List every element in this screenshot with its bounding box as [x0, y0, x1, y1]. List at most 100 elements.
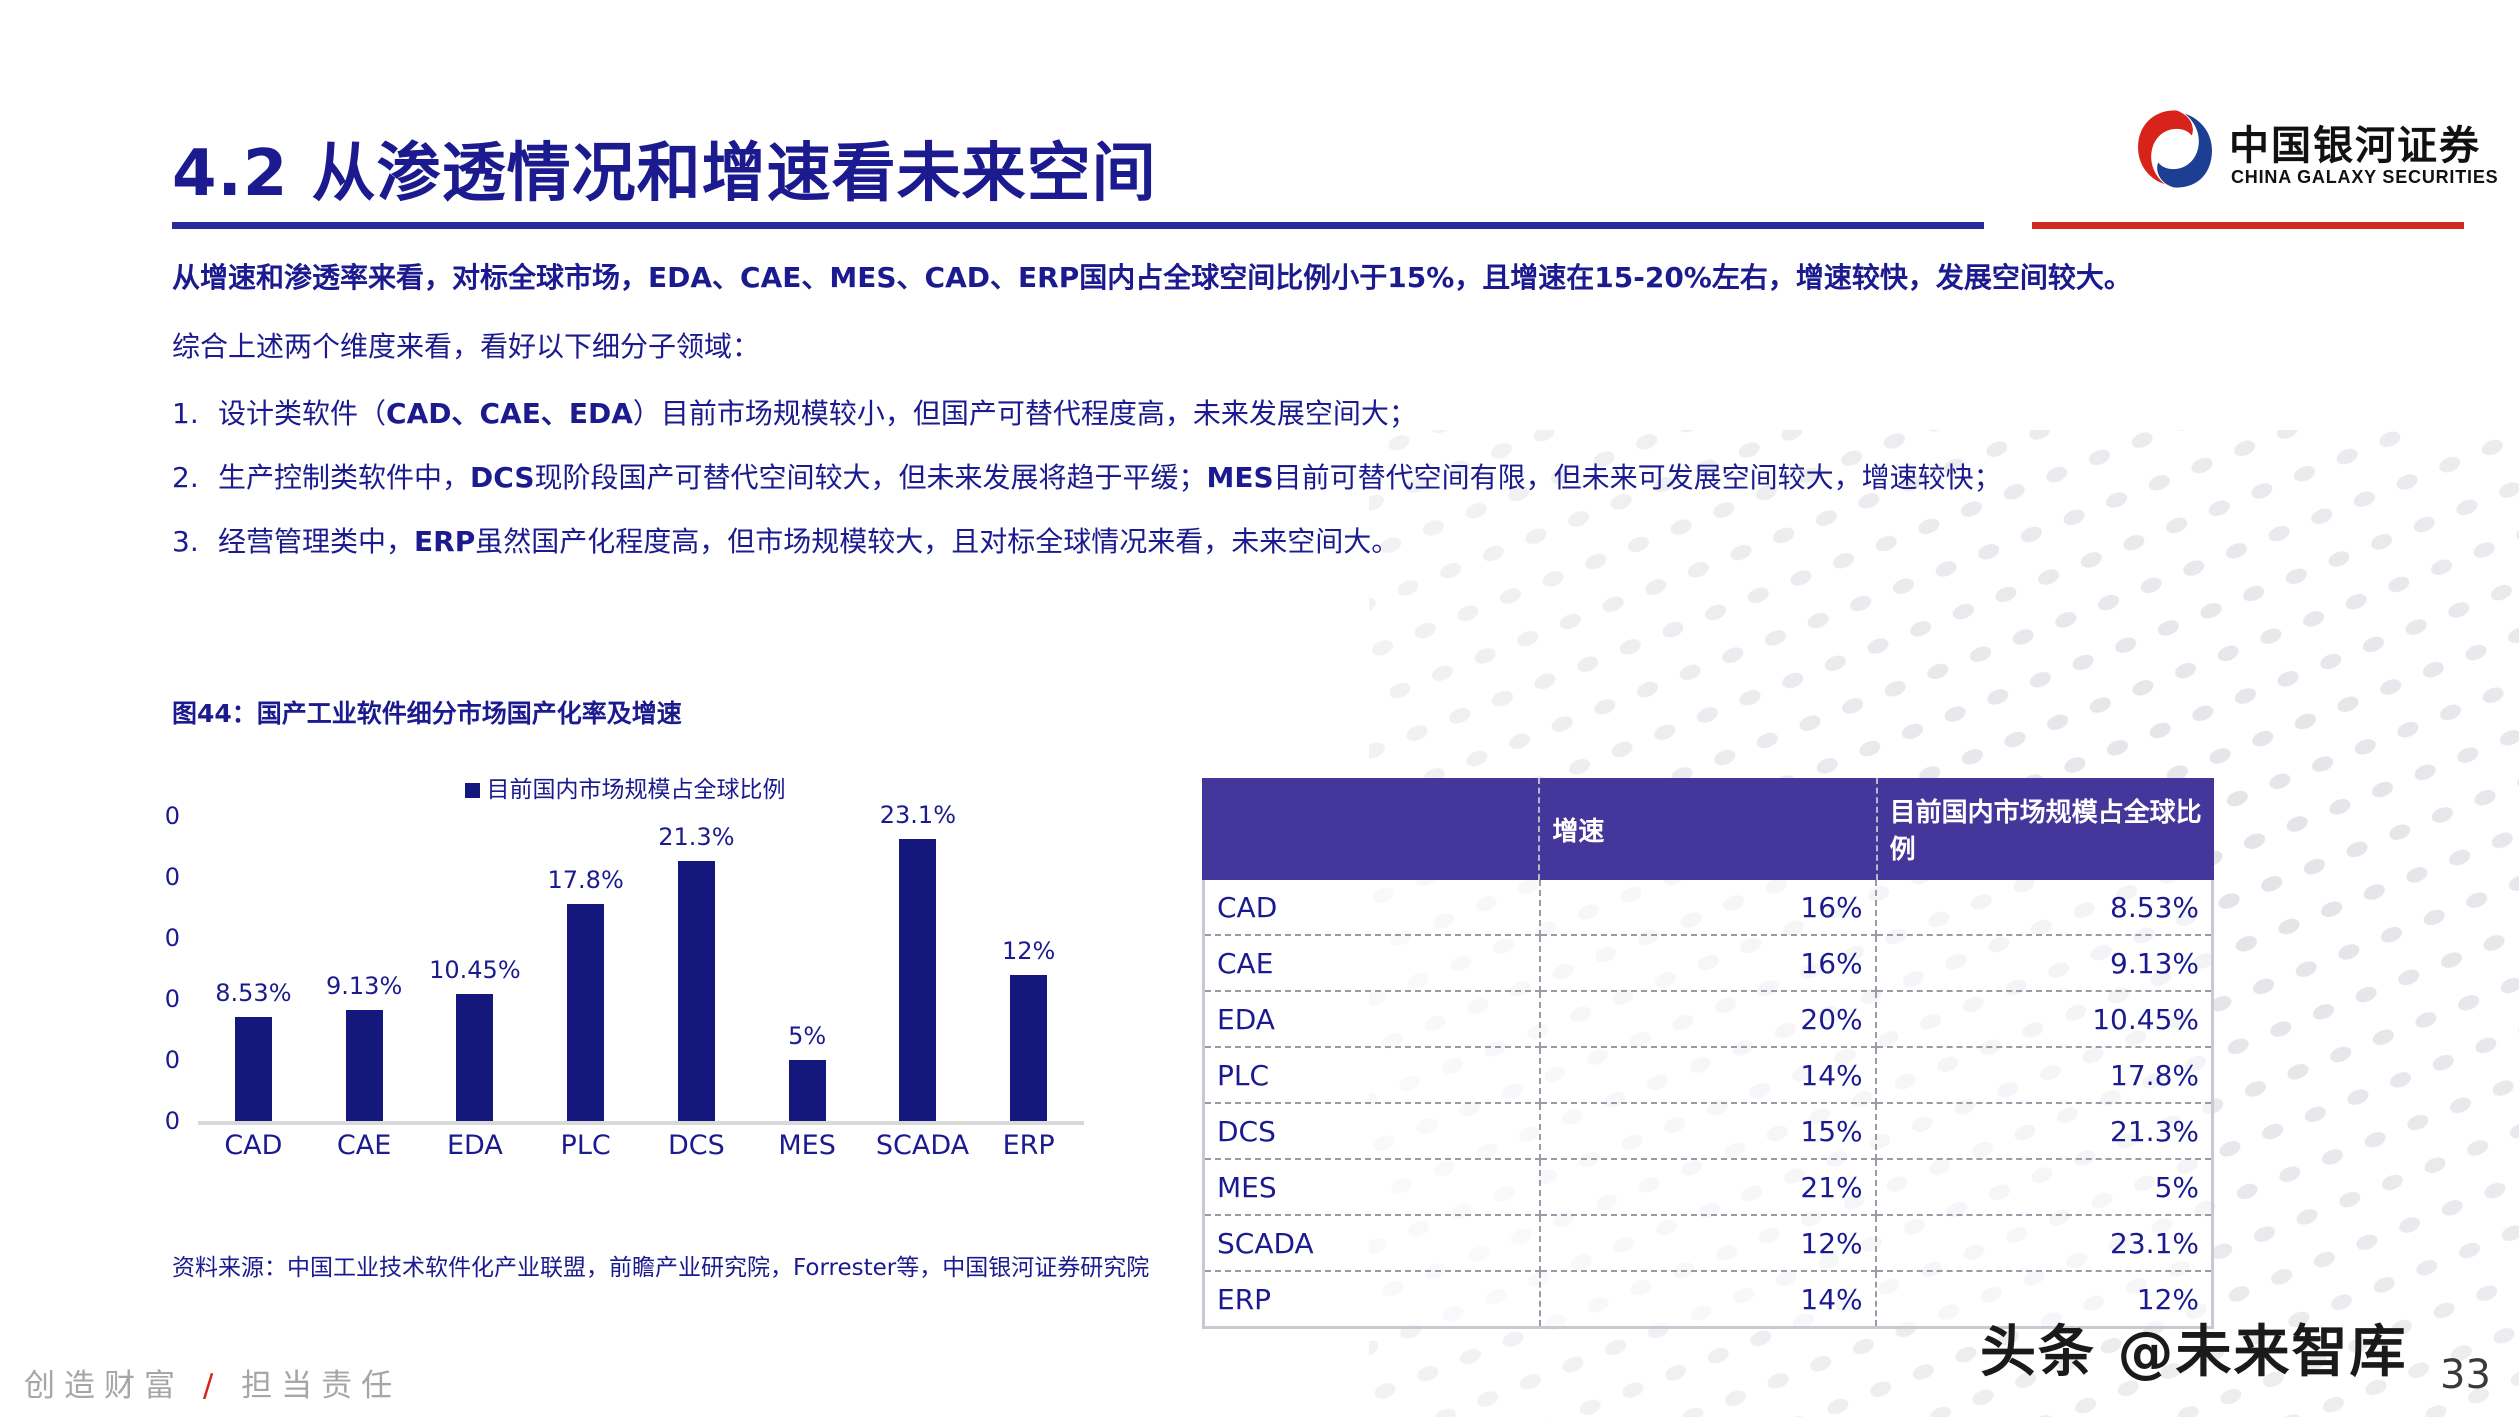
tagline-slash: / [202, 1368, 223, 1404]
cell-name: MES [1205, 1159, 1542, 1216]
cell-growth: 16% [1540, 880, 1877, 936]
y-axis-tick: 0 [164, 802, 180, 830]
cell-share: 10.45% [1875, 991, 2211, 1048]
table-header-row: 增速 目前国内市场规模占全球比例 [1202, 778, 2214, 880]
table-row: DCS 15% 21.3% [1205, 1103, 2211, 1160]
y-axis-tick: 0 [164, 1046, 180, 1074]
cell-share: 23.1% [1875, 1215, 2211, 1272]
bar-rect [677, 861, 715, 1121]
cell-name: CAE [1205, 935, 1542, 992]
seg-bold: MES [1206, 460, 1274, 494]
x-axis-tick: PLC [560, 1130, 611, 1161]
x-axis-tick: CAE [336, 1130, 392, 1161]
bar-rect [234, 1017, 272, 1121]
galaxy-logo-icon [2138, 110, 2212, 188]
cell-share: 9.13% [1875, 935, 2211, 992]
list-item-1-number: 1. [172, 396, 199, 430]
bar-column: 23.1% [876, 801, 960, 1121]
slide-root: 中国银河证券 CHINA GALAXY SECURITIES 4.2 从渗透情况… [0, 0, 2519, 1417]
watermark: 头条 @未来智库 [1980, 1320, 2408, 1385]
header-divider-blue [172, 222, 1984, 229]
bar-data-label: 17.8% [547, 866, 624, 894]
tagline-left: 创造财富 [24, 1368, 184, 1404]
table-body: CAD 16% 8.53% CAE 16% 9.13% EDA 20% 10.45% PLC 14%… [1205, 880, 2211, 1326]
bar-rect [345, 1010, 383, 1121]
y-axis-tick: 0 [164, 985, 180, 1013]
body-content: 从增速和渗透率来看，对标全球市场，EDA、CAE、MES、CAD、ERP国内占全… [172, 256, 2462, 585]
bar-data-label: 9.13% [326, 972, 403, 1000]
bar-column: 10.45% [429, 816, 521, 1121]
bar-column: 5% [765, 816, 849, 1121]
figure-caption: 图44：国产工业软件细分市场国产化率及增速 [172, 699, 682, 728]
legend-label: 目前国内市场规模占全球比例 [486, 777, 786, 803]
seg: 现阶段国产可替代空间较大，但未来发展将趋于平缓； [534, 460, 1207, 494]
cell-share: 17.8% [1875, 1047, 2211, 1104]
bar-rect [788, 1060, 826, 1121]
logo-text-chinese: 中国银河证券 [2229, 123, 2481, 169]
seg: 虽然国产化程度高，但市场规模较大，且对标全球情况来看，未来空间大。 [475, 524, 1400, 558]
source-note: 资料来源：中国工业技术软件化产业联盟，前瞻产业研究院，Forrester等，中国… [172, 1255, 1150, 1281]
cell-growth: 16% [1540, 935, 1877, 992]
cell-name: PLC [1205, 1047, 1542, 1104]
cell-growth: 14% [1540, 1047, 1877, 1104]
x-axis-tick: EDA [446, 1130, 503, 1161]
seg: ）目前市场规模较小，但国产可替代程度高，未来发展空间大； [632, 396, 1417, 430]
lead-paragraph: 从增速和渗透率来看，对标全球市场，EDA、CAE、MES、CAD、ERP国内占全… [172, 256, 2462, 299]
bar-column: 12% [987, 816, 1071, 1121]
cell-name: EDA [1205, 991, 1542, 1048]
bar-data-label: 10.45% [429, 956, 521, 984]
bar-data-label: 12% [1001, 937, 1056, 965]
list-item-3: 3. 经营管理类中，ERP虽然国产化程度高，但市场规模较大，且对标全球情况来看，… [172, 521, 2462, 563]
chart-x-axis: CAD CAE EDA PLC DCS MES SCADA ERP [198, 1130, 1084, 1161]
seg-bold: CAD、CAE、EDA [386, 396, 633, 430]
bar-data-label: 21.3% [658, 823, 735, 851]
cell-growth: 15% [1540, 1103, 1877, 1160]
cell-name: ERP [1205, 1271, 1542, 1326]
cell-share: 21.3% [1875, 1103, 2211, 1160]
seg: 生产控制类软件中， [218, 460, 471, 494]
lead-part-plain: 从增速和渗透率来看，对标全球市场， [172, 261, 649, 294]
y-axis-tick: 0 [164, 863, 180, 891]
list-item-3-number: 3. [172, 524, 199, 558]
bar-rect [567, 904, 605, 1121]
list-item-1: 1. 设计类软件（CAD、CAE、EDA）目前市场规模较小，但国产可替代程度高，… [172, 393, 2462, 435]
chart-y-axis: 0 0 0 0 0 0 [150, 802, 188, 1135]
list-item-2-text: 生产控制类软件中，DCS现阶段国产可替代空间较大，但未来发展将趋于平缓；MES目… [218, 457, 2462, 499]
brand-logo: 中国银河证券 CHINA GALAXY SECURITIES [2133, 105, 2498, 205]
seg: 经营管理类中， [218, 524, 415, 558]
bar-column: 17.8% [544, 816, 628, 1121]
list-item-3-text: 经营管理类中，ERP虽然国产化程度高，但市场规模较大，且对标全球情况来看，未来空… [218, 521, 2462, 563]
tagline-right: 担当责任 [241, 1368, 402, 1404]
x-axis-tick: SCADA [875, 1130, 970, 1161]
seg-bold: ERP [414, 524, 476, 558]
bar-column: 8.53% [211, 816, 295, 1121]
bar-column: 21.3% [654, 816, 738, 1121]
chart-bars: 8.53% 9.13% 10.45% 17.8% 21.3% 5% 23.1% 12% [198, 801, 1084, 1125]
seg: 设计类软件（ [218, 396, 387, 430]
list-item-2-number: 2. [172, 460, 199, 494]
page-number: 33 [2440, 1352, 2491, 1398]
chart-plot-area: 0 0 0 0 0 0 8.53% 9.13% 10.45% 17.8% 21.3% 5% 23.1%… [150, 801, 1100, 1135]
bar-rect [899, 839, 937, 1121]
data-table-body: CAD 16% 8.53% CAE 16% 9.13% EDA 20% 10.45% PLC 14%… [1205, 880, 2211, 1326]
table-body-border: CAD 16% 8.53% CAE 16% 9.13% EDA 20% 10.45% PLC 14%… [1202, 880, 2214, 1329]
x-axis-tick: DCS [667, 1130, 725, 1161]
x-axis-tick: ERP [1002, 1130, 1055, 1161]
cell-growth: 20% [1540, 991, 1877, 1048]
cell-share: 5% [1875, 1159, 2211, 1216]
chart-legend: 目前国内市场规模占全球比例 [150, 770, 1100, 804]
table-row: CAE 16% 9.13% [1205, 935, 2211, 992]
bar-data-label: 8.53% [215, 979, 292, 1007]
seg-bold: DCS [470, 460, 535, 494]
y-axis-tick: 0 [164, 1107, 180, 1135]
table-row: PLC 14% 17.8% [1205, 1047, 2211, 1104]
table-row: EDA 20% 10.45% [1205, 991, 2211, 1048]
table-row: CAD 16% 8.53% [1205, 880, 2211, 936]
bar-data-label: 5% [788, 1022, 827, 1050]
list-item-1-text: 设计类软件（CAD、CAE、EDA）目前市场规模较小，但国产可替代程度高，未来发… [218, 393, 2462, 435]
seg: 目前可替代空间有限，但未来可发展空间较大，增速较快； [1273, 460, 2002, 494]
table-row: SCADA 12% 23.1% [1205, 1215, 2211, 1272]
lead-part-bold: EDA、CAE、MES、CAD、ERP国内占全球空间比例小于15%，且增速在15… [648, 261, 2132, 294]
col-header-name [1202, 778, 1541, 880]
data-table-wrapper: 增速 目前国内市场规模占全球比例 CAD 16% 8.53% CAE 16% 9.13% E… [1202, 778, 2214, 1329]
